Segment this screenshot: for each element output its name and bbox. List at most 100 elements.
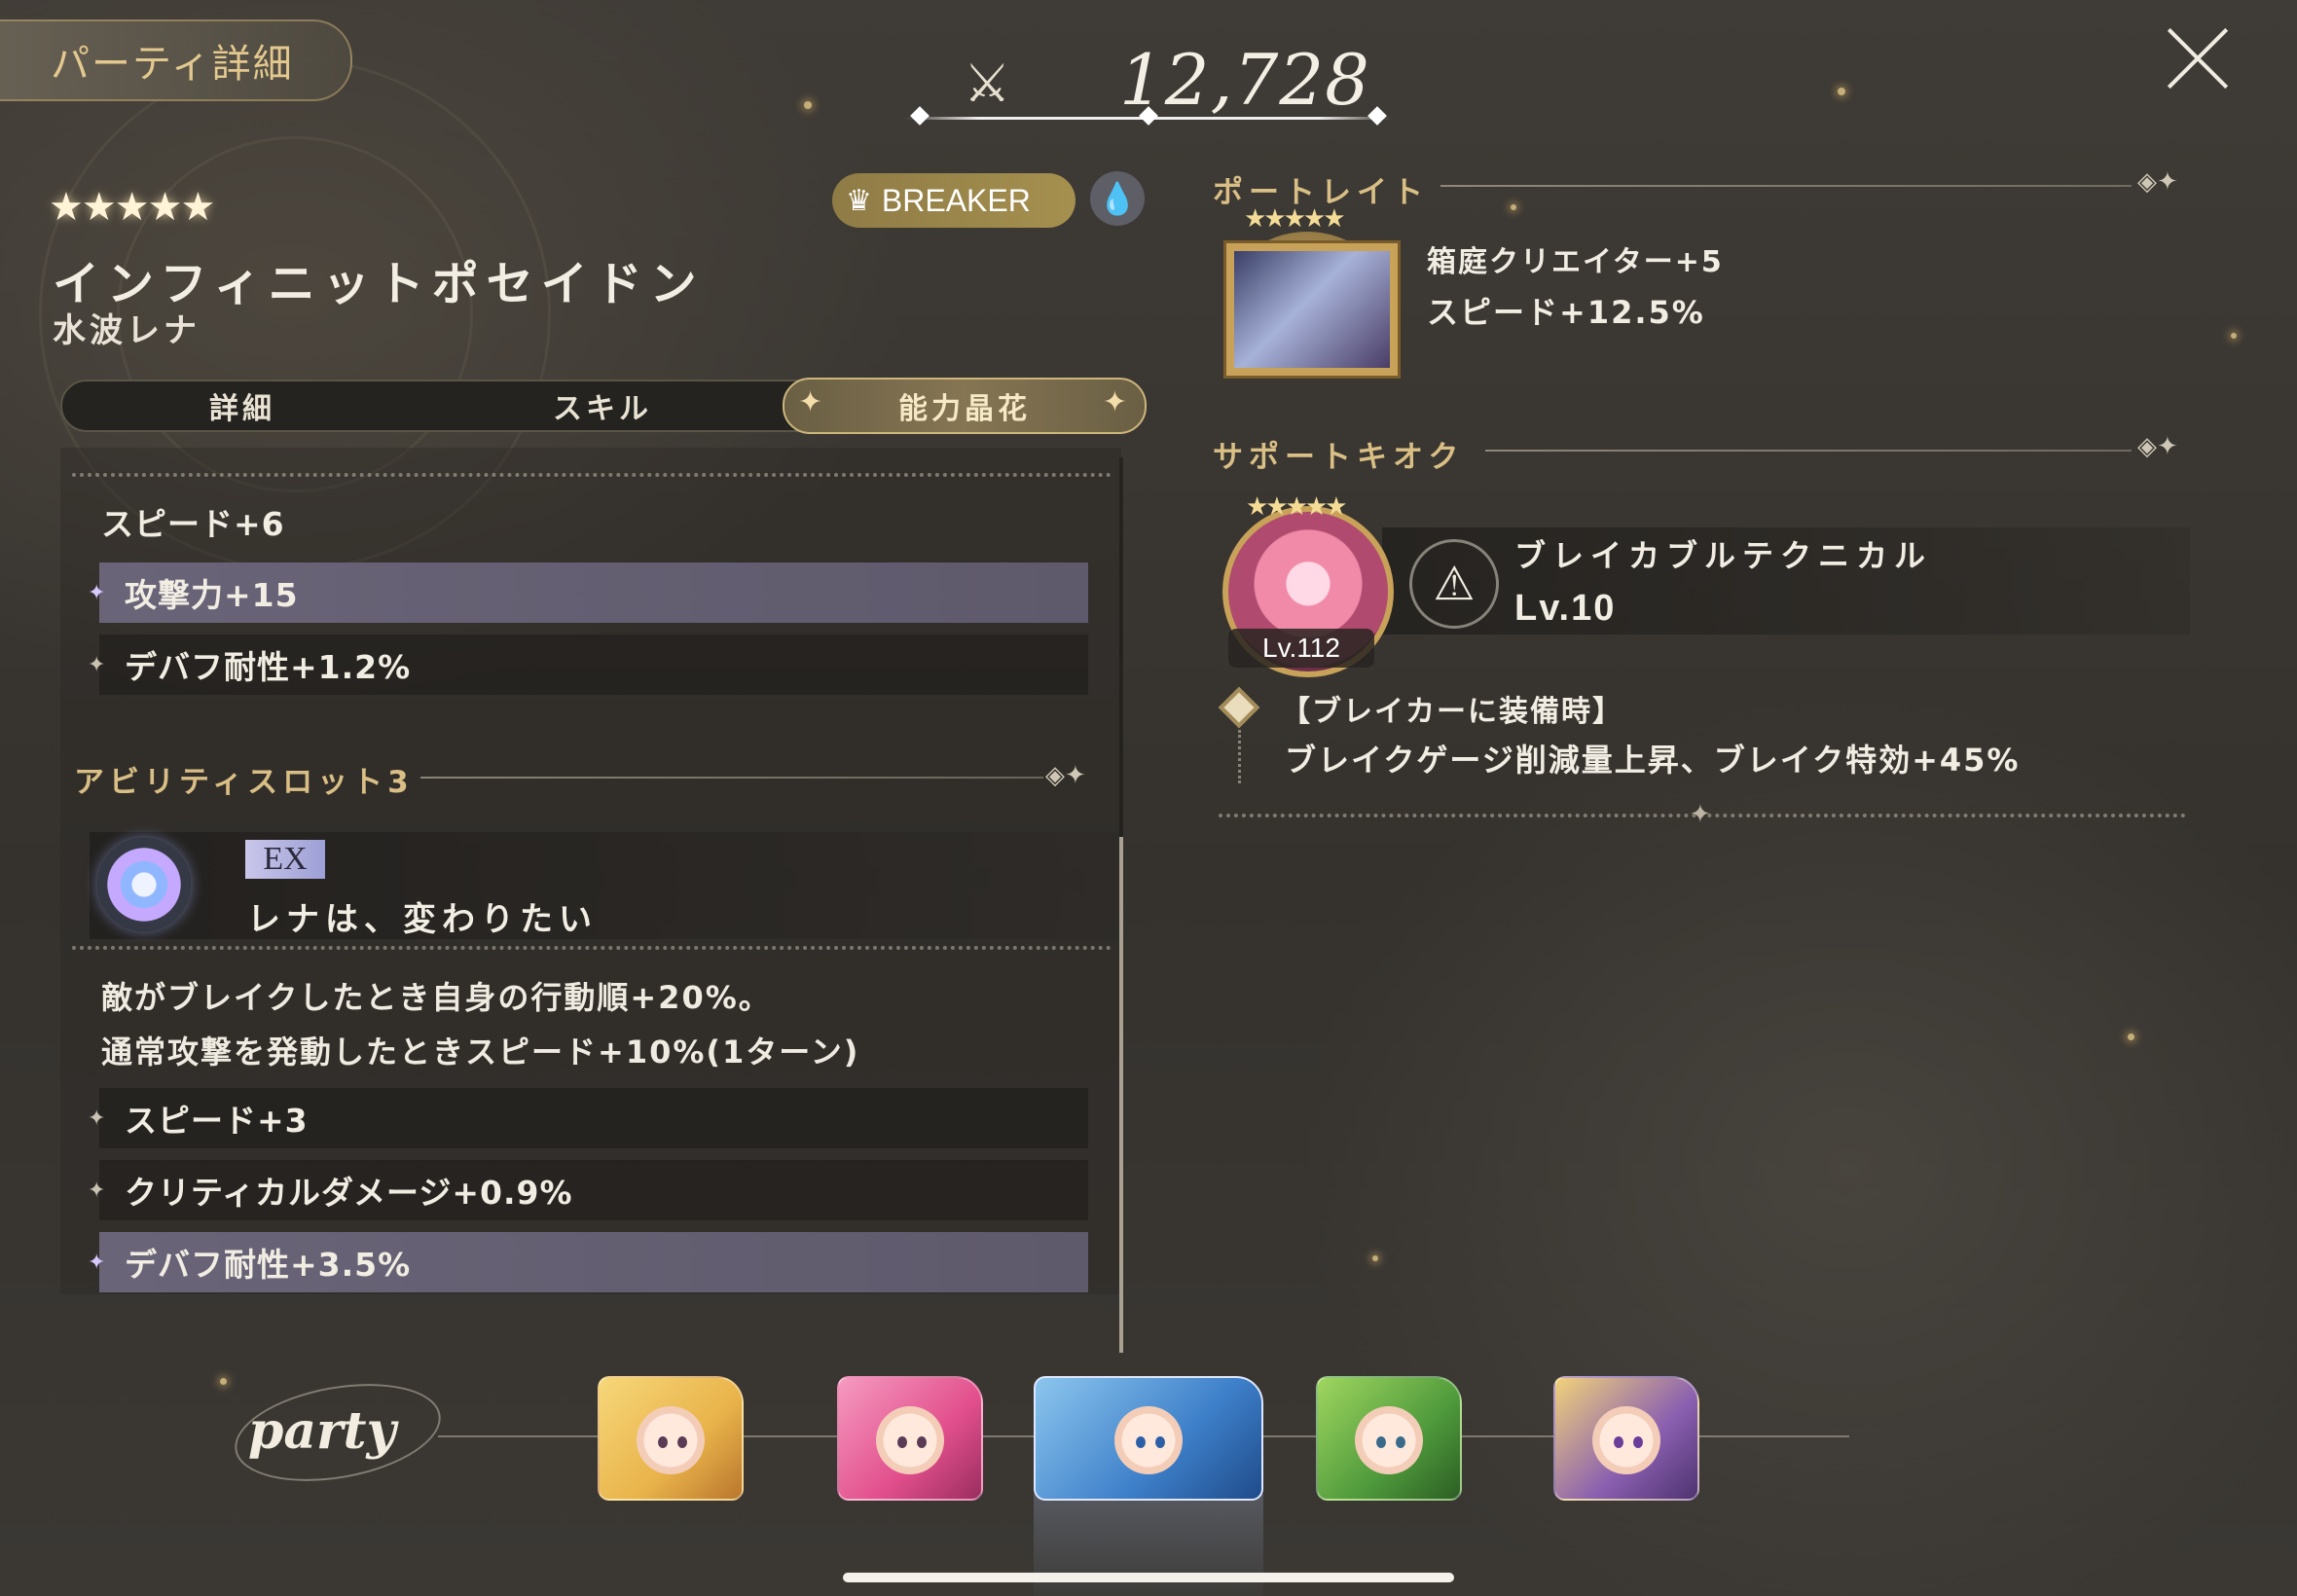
character-subname: 水波レナ (53, 311, 201, 350)
water-drop-icon: 💧 (1090, 171, 1145, 226)
stat-row: ✦ クリティカルダメージ+0.9% (88, 1160, 1088, 1220)
sparkle-icon: ✦ (1102, 385, 1131, 419)
sparkle-icon: ✦ (88, 1178, 106, 1203)
tab-label: 詳細 (209, 392, 275, 426)
portrait-image[interactable] (1226, 243, 1398, 376)
party-member-5[interactable] (1553, 1376, 1699, 1501)
stat-label: デバフ耐性+3.5% (125, 1246, 412, 1284)
ability-description-line: 敵がブレイクしたとき自身の行動順+20%。 (101, 979, 772, 1016)
section-divider (1440, 185, 2132, 187)
power-value: 12,728 (1119, 39, 1370, 121)
home-indicator[interactable] (843, 1573, 1454, 1582)
section-title-ability-slot: アビリティスロット3 (74, 765, 414, 800)
member-eye (1633, 1435, 1643, 1448)
stat-row: ✦ スピード+3 (88, 1088, 1088, 1148)
sparkle-icon: ✦ (88, 1250, 106, 1275)
ability-scroll-panel[interactable]: スピード+6 ✦ 攻撃力+15 ✦ デバフ耐性+1.2% アビリティスロット3 … (60, 448, 1121, 1294)
member-eye (1376, 1435, 1386, 1448)
sparkle-icon: ✦ (798, 385, 827, 419)
rarity-stars: ★★★★★ (49, 185, 215, 230)
effect-diamond-icon (1218, 686, 1260, 729)
stat-label: スピード+3 (125, 1102, 309, 1140)
member-eye (677, 1435, 687, 1448)
stat-label: デバフ耐性+1.2% (125, 648, 412, 686)
scrollbar-thumb[interactable] (1119, 837, 1123, 1353)
section-divider (1485, 450, 2132, 452)
close-icon[interactable] (2161, 21, 2235, 95)
member-eye (1614, 1435, 1623, 1448)
page-title: パーティ詳細 (51, 42, 294, 87)
portrait-bonus: スピード+12.5% (1427, 294, 1705, 331)
member-face (637, 1406, 705, 1475)
ability-card: EX レナは、変わりたい (90, 832, 1121, 939)
ex-tag: EX (245, 840, 325, 879)
role-label: BREAKER (881, 182, 1031, 218)
ability-description-line: 通常攻撃を発動したときスピード+10%(1ターン) (101, 1034, 860, 1070)
effect-condition: 【ブレイカーに装備時】 (1281, 695, 1623, 729)
ornament-end-icon: ◈✦ (2137, 432, 2178, 461)
party-member-3-selected[interactable] (1034, 1376, 1263, 1501)
tab-label: 能力晶花 (898, 392, 1031, 426)
dotted-connector (1238, 730, 1241, 783)
tab-details[interactable]: 詳細 (62, 381, 422, 430)
support-level: Lv.112 (1228, 629, 1374, 668)
tab-skills[interactable]: スキル (422, 381, 783, 430)
sparkle-icon: ✦ (88, 652, 106, 677)
party-member-1[interactable] (598, 1376, 744, 1501)
sparkle (2128, 1034, 2134, 1040)
party-label: party (248, 1401, 396, 1461)
ornament-end-icon: ◈✦ (1045, 761, 1086, 790)
section-title-support: サポートキオク (1213, 440, 1465, 475)
member-eye (1136, 1435, 1146, 1448)
member-face (876, 1406, 944, 1475)
role-badge: ♛ BREAKER (832, 173, 1076, 228)
page-title-tab: パーティ詳細 (0, 19, 352, 101)
stat-line: スピード+6 (101, 505, 285, 543)
ornament-diamond (1367, 106, 1387, 126)
dotted-divider (72, 473, 1112, 477)
detail-tabs: 詳細 スキル ✦ 能力晶花 ✦ (60, 378, 1147, 434)
member-eye (658, 1435, 668, 1448)
stat-label: クリティカルダメージ+0.9% (125, 1174, 573, 1212)
ornament-end-icon: ◈✦ (2137, 167, 2178, 197)
sparkle (1511, 204, 1516, 210)
sparkle (1372, 1255, 1378, 1261)
member-face (1114, 1406, 1183, 1475)
member-eye (897, 1435, 907, 1448)
stat-label: 攻撃力+15 (125, 576, 299, 614)
ability-name: レナは、変わりたい (247, 900, 598, 939)
member-eye (1396, 1435, 1405, 1448)
effect-text: ブレイクゲージ削減量上昇、ブレイク特効+45% (1285, 742, 2021, 779)
party-member-4[interactable] (1316, 1376, 1462, 1501)
ornament-diamond (910, 106, 930, 126)
sparkle (220, 1378, 227, 1385)
member-eye (1155, 1435, 1165, 1448)
portrait-name: 箱庭クリエイター+5 (1427, 245, 1724, 279)
crossed-swords-icon: ⚔ (964, 53, 1011, 114)
tab-label: スキル (553, 392, 652, 426)
sparkle (2231, 333, 2237, 339)
break-triangle-icon: ⚠ (1409, 539, 1499, 629)
portrait-stars: ★★★★★ (1244, 204, 1346, 234)
stat-row: ✦ デバフ耐性+1.2% (88, 635, 1088, 695)
party-member-2[interactable] (837, 1376, 983, 1501)
sparkle (1838, 88, 1845, 95)
sparkle (804, 101, 812, 109)
support-skill-name: ブレイカブルテクニカル (1514, 537, 1933, 574)
dotted-divider (72, 946, 1112, 950)
member-eye (917, 1435, 927, 1448)
member-face (1355, 1406, 1423, 1475)
section-divider (420, 777, 1043, 779)
party-power: ⚔ 12,728 (905, 39, 1392, 136)
support-stars: ★★★★★ (1246, 492, 1348, 522)
support-skill-level: Lv.10 (1514, 588, 1617, 629)
tab-ability-crystal[interactable]: ✦ 能力晶花 ✦ (783, 378, 1147, 434)
party-detail-screen: パーティ詳細 ⚔ 12,728 ★★★★★ インフィニットポセイドン 水波レナ … (0, 0, 2297, 1596)
breaker-claw-icon: ♛ (846, 183, 872, 218)
stat-row-highlight: ✦ 攻撃力+15 (88, 562, 1088, 623)
stat-row-highlight: ✦ デバフ耐性+3.5% (88, 1232, 1088, 1292)
sparkle-icon: ✦ (88, 580, 106, 605)
crystal-flower-icon (97, 838, 191, 931)
ornament-diamond-icon: ✦ (1690, 800, 1711, 829)
member-face (1592, 1406, 1660, 1475)
